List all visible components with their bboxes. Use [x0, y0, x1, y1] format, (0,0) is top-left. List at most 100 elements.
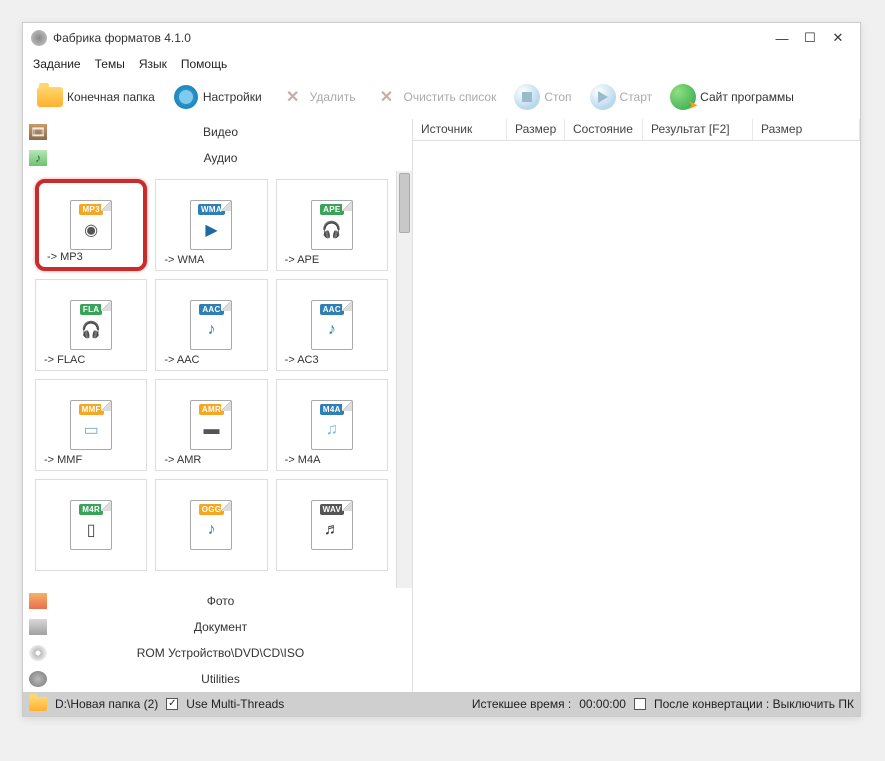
file-icon: APE 🎧: [311, 200, 353, 250]
format-tag: AAC: [199, 304, 223, 315]
format-glyph-icon: 🎧: [78, 317, 104, 343]
vertical-scrollbar[interactable]: [396, 171, 412, 588]
format-glyph-icon: ▬: [198, 417, 224, 443]
menu-themes[interactable]: Темы: [95, 57, 125, 71]
format-glyph-icon: ▶: [198, 217, 224, 243]
menubar: Задание Темы Язык Помощь: [23, 53, 860, 75]
app-icon: [31, 30, 47, 46]
format-wav[interactable]: WAV ♬: [276, 479, 388, 571]
file-icon: WAV ♬: [311, 500, 353, 550]
video-icon: 🎞: [29, 124, 47, 140]
format-m4r[interactable]: M4R ▯: [35, 479, 147, 571]
category-rom[interactable]: ROM Устройство\DVD\CD\ISO: [23, 640, 412, 666]
category-document[interactable]: Документ: [23, 614, 412, 640]
format-m4a[interactable]: M4A♫-> M4A: [276, 379, 388, 471]
format-tag: APE: [320, 204, 343, 215]
format-label: -> MMF: [44, 454, 82, 466]
col-size2[interactable]: Размер: [753, 119, 860, 140]
format-tag: AMR: [199, 404, 224, 415]
file-icon: AAC ♪: [190, 300, 232, 350]
format-label: -> AMR: [164, 454, 201, 466]
format-amr[interactable]: AMR ▬ -> AMR: [155, 379, 267, 471]
after-convert-label: После конвертации : Выключить ПК: [654, 697, 854, 711]
format-glyph-icon: ♪: [198, 317, 224, 343]
close-button[interactable]: ✕: [824, 30, 852, 46]
format-label: -> APE: [285, 254, 320, 266]
scrollbar-thumb[interactable]: [399, 173, 410, 233]
folder-small-icon[interactable]: [29, 697, 47, 711]
toolbar: Конечная папка Настройки ✕ Удалить ✕ Очи…: [23, 75, 860, 119]
output-path[interactable]: D:\Новая папка (2): [55, 697, 158, 711]
elapsed-time: 00:00:00: [579, 697, 626, 711]
format-glyph-icon: ♪: [319, 317, 345, 343]
format-ape[interactable]: APE 🎧 -> APE: [276, 179, 388, 271]
format-scroll-area: MP3 ◉ -> MP3 WMA▶-> WMA APE 🎧 -> APE FLA🎧 -> FLA…: [23, 171, 412, 588]
photo-icon: [29, 593, 47, 609]
category-audio[interactable]: ♪ Аудио: [23, 145, 412, 171]
settings-button[interactable]: Настройки: [167, 82, 268, 112]
menu-help[interactable]: Помощь: [181, 57, 227, 71]
start-button[interactable]: Старт: [584, 82, 659, 112]
col-state[interactable]: Состояние: [565, 119, 643, 140]
menu-language[interactable]: Язык: [139, 57, 167, 71]
after-convert-checkbox[interactable]: [634, 698, 646, 710]
delete-button[interactable]: ✕ Удалить: [274, 82, 362, 112]
multithread-label: Use Multi-Threads: [186, 697, 284, 711]
file-icon: AMR ▬: [190, 400, 232, 450]
column-headers: Источник Размер Состояние Результат [F2]…: [413, 119, 860, 141]
format-fla[interactable]: FLA🎧 -> FLAC: [35, 279, 147, 371]
multithread-checkbox[interactable]: ✓: [166, 698, 178, 710]
category-photo[interactable]: Фото: [23, 588, 412, 614]
gear-icon: [174, 85, 198, 109]
col-size[interactable]: Размер: [507, 119, 565, 140]
file-icon: OGG ♪: [190, 500, 232, 550]
col-result[interactable]: Результат [F2]: [643, 119, 753, 140]
stop-button[interactable]: Стоп: [508, 82, 577, 112]
globe-icon: [670, 84, 696, 110]
app-window: Фабрика форматов 4.1.0 — ☐ ✕ Задание Тем…: [22, 22, 861, 717]
format-wma[interactable]: WMA▶-> WMA: [155, 179, 267, 271]
format-tag: MP3: [79, 204, 102, 215]
website-button[interactable]: Сайт программы: [664, 82, 800, 112]
format-glyph-icon: ♫: [319, 417, 345, 443]
format-label: -> FLAC: [44, 354, 85, 366]
right-panel: Источник Размер Состояние Результат [F2]…: [413, 119, 860, 692]
format-tag: MMF: [79, 404, 104, 415]
file-icon: AAC ♪: [311, 300, 353, 350]
col-source[interactable]: Источник: [413, 119, 507, 140]
format-glyph-icon: ♬: [319, 517, 345, 543]
format-glyph-icon: ◉: [78, 217, 104, 243]
format-tag: OGG: [199, 504, 225, 515]
file-icon: FLA🎧: [70, 300, 112, 350]
window-title: Фабрика форматов 4.1.0: [53, 31, 768, 45]
format-glyph-icon: ▯: [78, 517, 104, 543]
category-utilities[interactable]: Utilities: [23, 666, 412, 692]
format-aac[interactable]: AAC♪-> AC3: [276, 279, 388, 371]
format-glyph-icon: ♪: [198, 517, 224, 543]
stop-icon: [514, 84, 540, 110]
category-video[interactable]: 🎞 Видео: [23, 119, 412, 145]
menu-task[interactable]: Задание: [33, 57, 81, 71]
titlebar: Фабрика форматов 4.1.0 — ☐ ✕: [23, 23, 860, 53]
format-mp3[interactable]: MP3 ◉ -> MP3: [35, 179, 147, 271]
output-folder-button[interactable]: Конечная папка: [31, 82, 161, 112]
format-tag: M4R: [79, 504, 103, 515]
clear-list-button[interactable]: ✕ Очистить список: [367, 82, 502, 112]
format-aac[interactable]: AAC♪-> AAC: [155, 279, 267, 371]
left-panel: 🎞 Видео ♪ Аудио MP3 ◉ -> MP3 WMA▶-> WMA APE 🎧…: [23, 119, 413, 692]
minimize-button[interactable]: —: [768, 31, 796, 46]
format-mmf[interactable]: MMF ▭ -> MMF: [35, 379, 147, 471]
maximize-button[interactable]: ☐: [796, 30, 824, 46]
format-glyph-icon: ▭: [78, 417, 104, 443]
format-glyph-icon: 🎧: [319, 217, 345, 243]
x-icon: ✕: [286, 87, 299, 107]
format-tag: AAC: [320, 304, 344, 315]
elapsed-label: Истекшее время :: [472, 697, 571, 711]
x-icon: ✕: [380, 87, 393, 107]
format-tag: WAV: [320, 504, 345, 515]
format-ogg[interactable]: OGG ♪: [155, 479, 267, 571]
play-icon: [590, 84, 616, 110]
statusbar: D:\Новая папка (2) ✓ Use Multi-Threads И…: [23, 692, 860, 716]
format-label: -> MP3: [47, 251, 83, 263]
audio-icon: ♪: [29, 150, 47, 166]
